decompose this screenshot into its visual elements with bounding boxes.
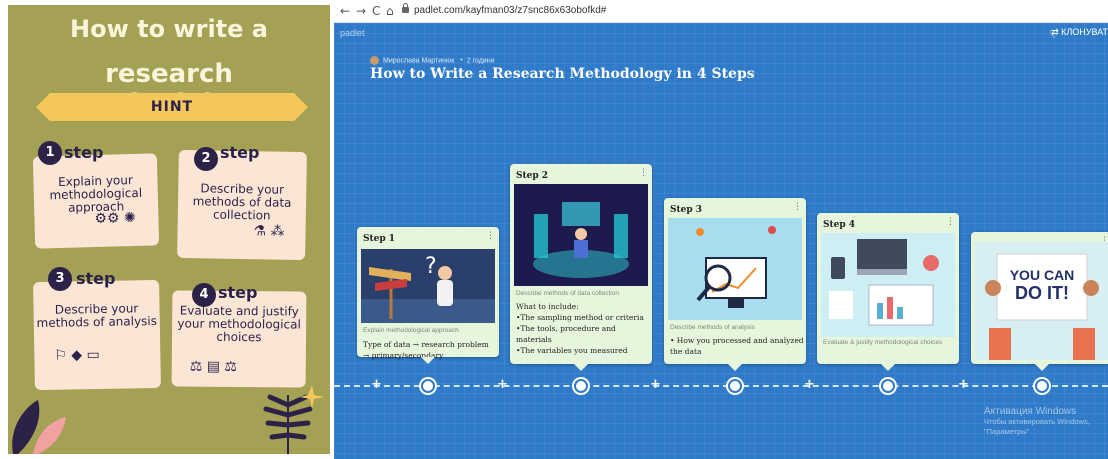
card-body-line: •The tools, procedure and xyxy=(516,324,616,333)
separator-dot-icon: • xyxy=(460,57,463,65)
card-pointer xyxy=(1035,364,1049,371)
sign-text-line1: YOU CAN xyxy=(1009,267,1075,283)
analysis-tools-icon: ⚐ ◆ ▭ xyxy=(54,346,100,364)
post-card-step-3[interactable]: Step 3 ⋮ Describe methods of analysis • … xyxy=(664,198,806,371)
step-3-card: Describe your methods of analysis ⚐ ◆ ▭ xyxy=(33,279,161,391)
add-post-icon[interactable]: + xyxy=(650,377,661,392)
timeline-line xyxy=(334,385,1108,387)
lock-icon xyxy=(402,3,409,13)
more-options-icon[interactable]: ⋮ xyxy=(946,217,955,227)
card-caption: Explain methodological approach xyxy=(363,327,459,334)
remake-icon: ⇄ xyxy=(1051,27,1062,37)
back-button[interactable]: ← xyxy=(340,4,350,18)
post-card-step-4[interactable]: Step 4 ⋮ Evaluate & justify methodologic… xyxy=(817,213,959,371)
card-body-line: •The sampling method or criteria xyxy=(516,313,644,322)
board-title: How to Write a Research Methodology in 4… xyxy=(370,66,755,82)
step-1-number: 1 xyxy=(38,141,62,165)
post-card-step-2[interactable]: Step 2 ⋮ Describe methods of data collec… xyxy=(510,164,652,371)
watermark-line3: "Параметры" xyxy=(984,427,1030,436)
infographic-poster: How to write a research methodology HINT… xyxy=(8,5,330,454)
card-body-line: • How you processed and analyzed xyxy=(670,336,804,345)
padlet-logo[interactable]: padlet xyxy=(340,28,365,38)
step-3-text: Describe your methods of analysis xyxy=(36,301,158,331)
post-card-step-1[interactable]: Step 1 ⋮ ? Explain methodological approa… xyxy=(357,227,499,364)
sign-text-line2: DO IT! xyxy=(1015,283,1069,303)
hint-banner: HINT xyxy=(36,93,308,121)
poster-title-line1: How to write a xyxy=(70,15,268,43)
step-3-label: step xyxy=(76,269,116,288)
card-body-line: What to include: xyxy=(516,302,579,311)
remake-label: КЛОНУВАТ xyxy=(1061,27,1108,37)
step-4-number: 4 xyxy=(192,283,216,307)
card-body: What to include: •The sampling method or… xyxy=(516,301,644,356)
fern-decoration-icon xyxy=(263,385,324,454)
reload-button[interactable]: C xyxy=(372,4,380,18)
author-name: Мирослава Мартинюк xyxy=(383,57,455,65)
more-options-icon[interactable]: ⋮ xyxy=(486,231,495,241)
step-3-number: 3 xyxy=(48,267,72,291)
timeline-node[interactable] xyxy=(728,379,742,393)
card-body-line: Type of data → research problem xyxy=(363,340,489,349)
card-pointer xyxy=(574,364,588,371)
card-image-analysis xyxy=(668,218,802,320)
card-pointer xyxy=(421,357,435,364)
padlet-board: padlet ♡ ⇄ КЛОНУВАТ Мирослава Мартинюк •… xyxy=(334,23,1108,459)
card-caption: Evaluate & justify methodological choice… xyxy=(823,339,943,346)
address-bar[interactable]: padlet.com/kayfman03/z7snc86x63obofkd# xyxy=(414,3,606,19)
add-post-icon[interactable]: + xyxy=(958,377,969,392)
timeline-node[interactable] xyxy=(421,379,435,393)
gears-brain-icon: ⚙⚙ ✺ xyxy=(94,209,136,228)
card-title: Step 4 xyxy=(823,220,856,230)
step-2-number: 2 xyxy=(194,147,218,171)
card-body-line: materials xyxy=(516,335,552,344)
card-caption: Describe methods of analysis xyxy=(670,324,755,331)
watermark-line2: Чтобы активировать Windows, xyxy=(984,417,1090,426)
author-row: Мирослава Мартинюк • 2 години xyxy=(370,56,494,65)
step-4-label: step xyxy=(218,283,258,302)
add-post-icon[interactable]: + xyxy=(371,377,382,392)
forward-button[interactable]: → xyxy=(356,4,366,18)
scales-icon: ⚖ ▤ ⚖ xyxy=(189,358,238,375)
add-post-icon[interactable]: + xyxy=(497,377,508,392)
step-4-text: Evaluate and justify your methodological… xyxy=(177,303,301,345)
card-body: • How you processed and analyzed the dat… xyxy=(670,335,804,357)
timeline-node[interactable] xyxy=(574,379,588,393)
post-card-motivation[interactable]: ⋮ YOU CAN DO IT! xyxy=(971,232,1108,371)
card-caption: Describe methods of data collection xyxy=(516,290,619,297)
card-body-line: •The variables you measured xyxy=(516,346,628,355)
leaf-decoration-icon xyxy=(12,400,66,454)
step-1-card: Explain your methodological approach ⚙⚙ … xyxy=(32,153,160,249)
post-time: 2 години xyxy=(466,57,495,65)
watermark-line1: Активация Windows xyxy=(984,406,1077,417)
timeline-node[interactable] xyxy=(881,379,895,393)
step-2-text: Describe your methods of data collection xyxy=(192,181,292,223)
more-options-icon[interactable]: ⋮ xyxy=(793,202,802,212)
step-2-label: step xyxy=(220,143,260,162)
card-title: Step 3 xyxy=(670,205,703,215)
card-title: Step 2 xyxy=(516,171,549,181)
add-post-icon[interactable]: + xyxy=(804,377,815,392)
card-image-data-center xyxy=(514,184,648,286)
data-molecule-icon: ⚗ ⁂ xyxy=(253,223,285,240)
card-image-workspace xyxy=(821,233,955,337)
remake-button[interactable]: ⇄ КЛОНУВАТ xyxy=(1051,27,1108,38)
timeline-node[interactable] xyxy=(1035,379,1049,393)
card-image-signpost: ? xyxy=(361,249,495,323)
home-button[interactable]: ⌂ xyxy=(386,4,394,18)
step-1-label: step xyxy=(64,143,104,162)
card-title: Step 1 xyxy=(363,234,396,244)
step-1-text: Explain your methodological approach xyxy=(49,173,143,215)
browser-window: ← → C ⌂ padlet.com/kayfman03/z7snc86x63o… xyxy=(334,0,1108,459)
card-pointer xyxy=(728,364,742,371)
svg-text:?: ? xyxy=(425,254,437,279)
browser-toolbar: ← → C ⌂ padlet.com/kayfman03/z7snc86x63o… xyxy=(334,0,1108,23)
avatar[interactable] xyxy=(370,56,379,65)
card-pointer xyxy=(881,364,895,371)
windows-activation-watermark: Активация Windows Чтобы активировать Win… xyxy=(984,406,1090,437)
step-4-card: Evaluate and justify your methodological… xyxy=(171,290,307,388)
more-options-icon[interactable]: ⋮ xyxy=(639,168,648,178)
card-body-line: the data xyxy=(670,347,702,356)
